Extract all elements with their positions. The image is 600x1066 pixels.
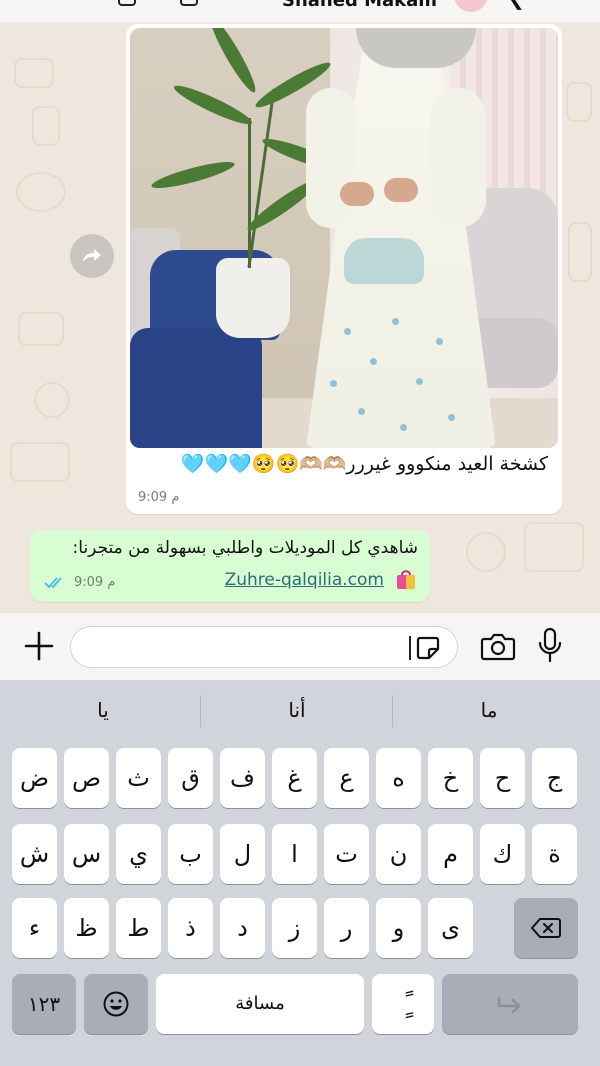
key[interactable]: ص <box>64 748 109 808</box>
outgoing-message[interactable]: شاهدي كل الموديلات واطلبي بسهولة من متجر… <box>30 530 430 602</box>
sticker-icon[interactable] <box>415 635 441 661</box>
key[interactable]: ح <box>480 748 525 808</box>
photo-sofa <box>130 328 262 448</box>
photo-hand <box>384 178 418 202</box>
key[interactable]: ك <box>480 824 525 884</box>
key[interactable]: ت <box>324 824 369 884</box>
key[interactable]: ش <box>12 824 57 884</box>
suggestion-item[interactable]: ما <box>394 690 584 730</box>
text-cursor <box>409 636 411 660</box>
wallpaper-doodle <box>466 532 506 572</box>
key[interactable]: و <box>376 898 421 958</box>
message-time: 9:09 م <box>74 575 116 590</box>
contact-avatar[interactable] <box>454 0 488 12</box>
return-icon <box>497 996 521 1014</box>
contact-name[interactable]: Shahed Makam <box>282 0 437 11</box>
photo-embroidery-dot <box>448 414 455 421</box>
camera-icon[interactable] <box>480 630 516 662</box>
back-icon[interactable]: ❮ <box>508 0 525 10</box>
suggestion-item[interactable]: يا <box>8 690 198 730</box>
incoming-image-message[interactable]: كشخة العيد منكووو غيررر🫶🏼🫶🏼🥺🥺🩵🩵🩵 9:09 م <box>126 24 562 514</box>
message-text: شاهدي كل الموديلات واطلبي بسهولة من متجر… <box>72 538 418 558</box>
photo-embroidery-dot <box>330 380 337 387</box>
microphone-icon[interactable] <box>536 627 564 665</box>
key[interactable]: ذ <box>168 898 213 958</box>
key[interactable]: ي <box>116 824 161 884</box>
wallpaper-doodle <box>16 172 66 212</box>
numbers-key[interactable]: ١٢٣ <box>12 974 76 1034</box>
photo-hand <box>340 182 374 206</box>
wallpaper-doodle <box>14 58 54 88</box>
emoji-icon <box>103 991 129 1017</box>
emoji-key[interactable] <box>84 974 148 1034</box>
key[interactable]: ف <box>220 748 265 808</box>
suggestion-divider <box>392 695 393 727</box>
key[interactable]: ض <box>12 748 57 808</box>
photo-embroidery-dot <box>344 328 351 335</box>
backspace-key[interactable] <box>514 898 578 958</box>
video-call-icon[interactable] <box>118 0 136 6</box>
read-ticks-icon <box>44 577 62 589</box>
photo-sleeve <box>306 88 356 228</box>
key[interactable]: ه <box>376 748 421 808</box>
key[interactable]: ع <box>324 748 369 808</box>
photo-handbag <box>344 238 424 284</box>
wallpaper-doodle <box>10 442 70 482</box>
key[interactable]: ب <box>168 824 213 884</box>
plus-icon[interactable] <box>22 629 56 663</box>
key[interactable]: ة <box>532 824 577 884</box>
wallpaper-doodle <box>524 522 584 572</box>
key[interactable]: ط <box>116 898 161 958</box>
wallpaper-doodle <box>568 222 592 282</box>
key[interactable]: غ <box>272 748 317 808</box>
chat-header: ❮ Shahed Makam <box>0 0 600 22</box>
key[interactable]: س <box>64 824 109 884</box>
message-caption: كشخة العيد منكووو غيررر🫶🏼🫶🏼🥺🥺🩵🩵🩵 <box>180 453 548 475</box>
message-photo[interactable] <box>130 28 558 448</box>
photo-sleeve <box>430 88 486 228</box>
forward-icon <box>83 249 101 262</box>
key[interactable]: ل <box>220 824 265 884</box>
key[interactable]: ز <box>272 898 317 958</box>
key[interactable]: ج <box>532 748 577 808</box>
diacritic-key[interactable]: ًٍ <box>372 974 434 1034</box>
wallpaper-doodle <box>34 382 70 418</box>
message-input[interactable] <box>70 626 458 668</box>
message-time: 9:09 م <box>138 490 180 505</box>
suggestion-divider <box>200 695 201 727</box>
photo-embroidery-dot <box>392 318 399 325</box>
return-key[interactable] <box>442 974 578 1034</box>
key[interactable]: ء <box>12 898 57 958</box>
key[interactable]: ق <box>168 748 213 808</box>
key[interactable]: ى <box>428 898 473 958</box>
suggestion-bar: يا أنا ما <box>0 680 600 740</box>
wallpaper-doodle <box>566 82 592 122</box>
photo-embroidery-dot <box>400 424 407 431</box>
key[interactable]: ا <box>272 824 317 884</box>
store-link[interactable]: Zuhre-qalqilia.com <box>225 570 384 590</box>
key[interactable]: م <box>428 824 473 884</box>
photo-embroidery-dot <box>416 378 423 385</box>
space-key[interactable]: مسافة <box>156 974 364 1034</box>
photo-embroidery-dot <box>358 408 365 415</box>
backspace-icon <box>530 918 561 938</box>
photo-embroidery-dot <box>370 358 377 365</box>
suggestion-item[interactable]: أنا <box>202 690 392 730</box>
photo-plant-pot <box>216 258 290 338</box>
key[interactable]: ظ <box>64 898 109 958</box>
key[interactable]: ر <box>324 898 369 958</box>
message-input-bar <box>0 612 600 680</box>
key[interactable]: ث <box>116 748 161 808</box>
key[interactable]: د <box>220 898 265 958</box>
keyboard: يا أنا ما ض ص ث ق ف غ ع ه خ ح ج ش س ي ب … <box>0 680 600 1066</box>
key[interactable]: ن <box>376 824 421 884</box>
voice-call-icon[interactable] <box>180 0 198 6</box>
wallpaper-doodle <box>18 312 64 346</box>
photo-embroidery-dot <box>436 338 443 345</box>
shopping-bag-icon <box>397 570 415 589</box>
forward-button[interactable] <box>70 234 114 278</box>
chat-area[interactable]: كشخة العيد منكووو غيررر🫶🏼🫶🏼🥺🥺🩵🩵🩵 9:09 م … <box>0 22 600 612</box>
wallpaper-doodle <box>32 106 60 146</box>
key[interactable]: خ <box>428 748 473 808</box>
